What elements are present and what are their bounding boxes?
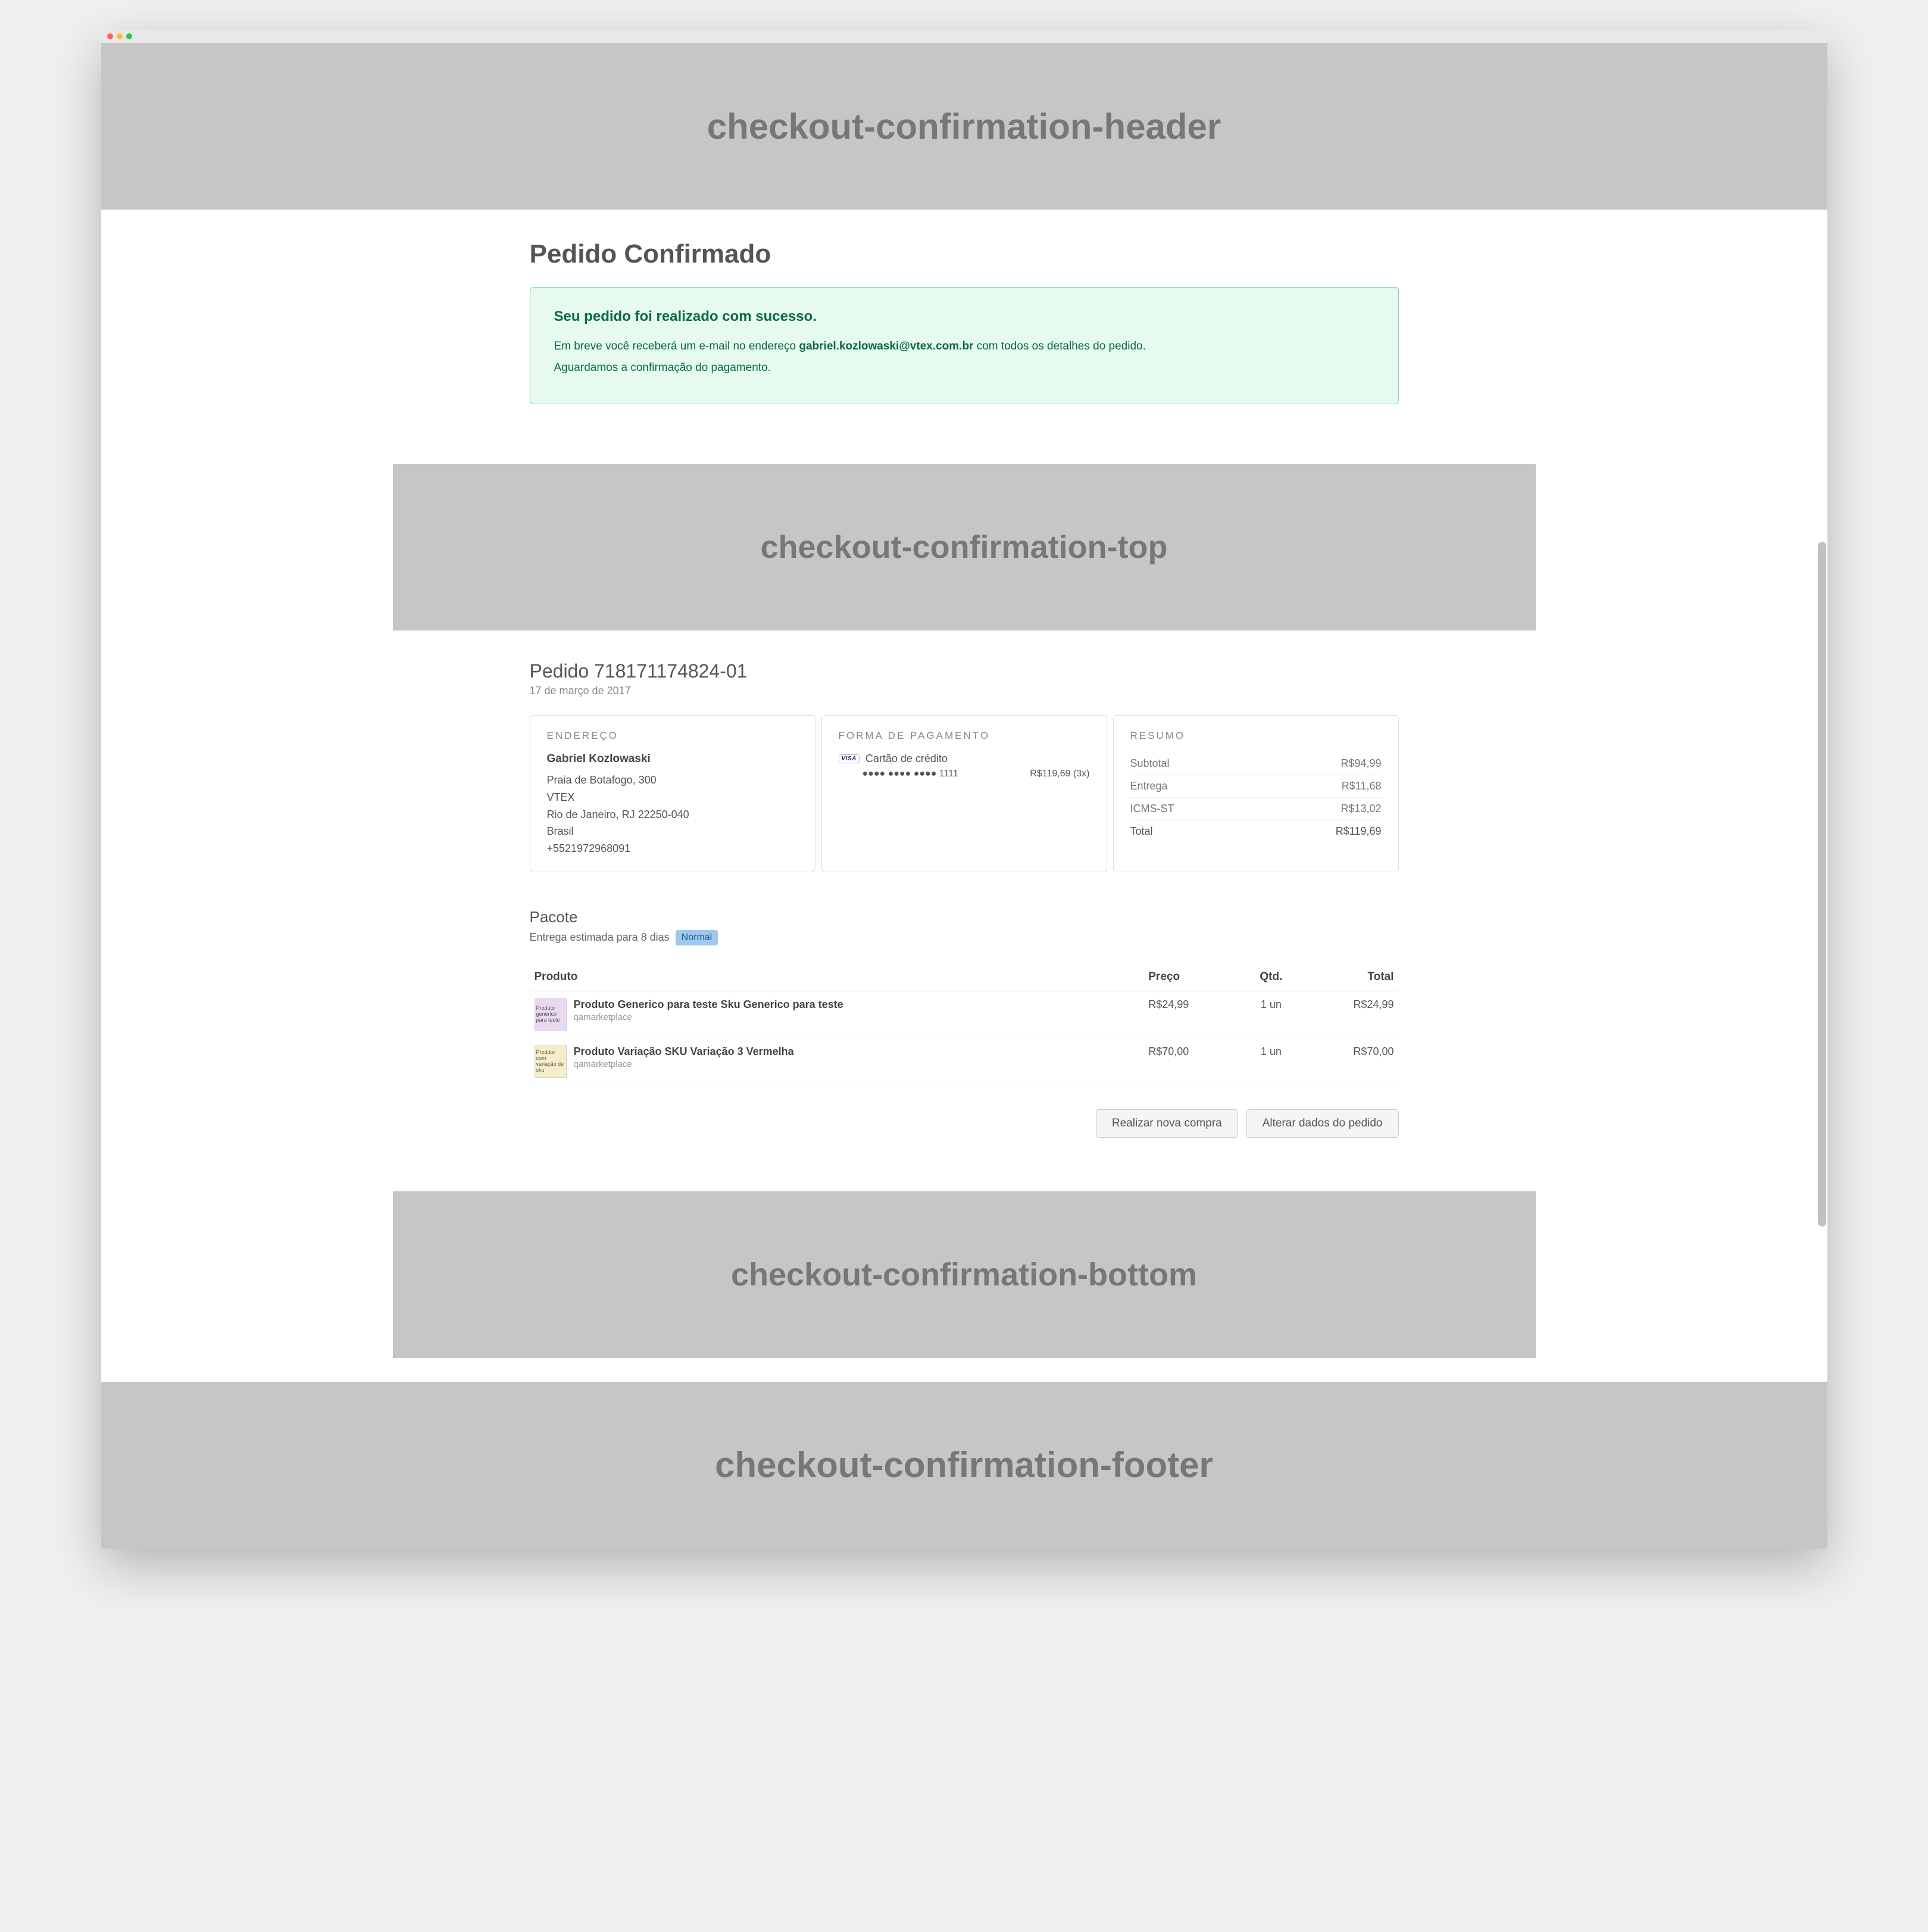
cell-qty: 1 un [1240,991,1302,1038]
success-line-1: Em breve você receberá um e-mail no ende… [554,340,1374,353]
info-cards: ENDEREÇO Gabriel Kozlowaski Praia de Bot… [530,715,1399,872]
product-name: Produto Variação SKU Variação 3 Vermelha [574,1045,794,1058]
summary-card: RESUMO Subtotal R$94,99 Entrega R$11,68 ICMS… [1113,715,1399,872]
address-card: ENDEREÇO Gabriel Kozlowaski Praia de Bot… [530,715,815,872]
new-order-button[interactable]: Realizar nova compra [1096,1109,1238,1138]
summary-total-row: Total R$119,69 [1130,820,1382,842]
shipping-badge: Normal [676,930,718,945]
checkout-confirmation-header-placeholder: checkout-confirmation-header [101,43,1827,210]
address-city: Rio de Janeiro, RJ 22250-040 [547,806,798,823]
checkout-confirmation-bottom-placeholder: checkout-confirmation-bottom [393,1191,1536,1358]
summary-row: ICMS-ST R$13,02 [1130,798,1382,820]
th-product: Produto [530,963,1144,991]
package-subtitle: Entrega estimada para 8 dias Normal [530,930,1399,945]
page-title: Pedido Confirmado [530,239,1399,269]
product-seller: qamarketplace [574,1012,843,1022]
summary-row: Entrega R$11,68 [1130,775,1382,798]
payment-masked-row: ●●●● ●●●● ●●●● 1111 R$119,69 (3x) [839,769,1090,779]
checkout-confirmation-top-placeholder: checkout-confirmation-top [393,464,1536,631]
success-title: Seu pedido foi realizado com sucesso. [554,308,1374,325]
address-street: Praia de Botafogo, 300 [547,772,798,789]
th-price: Preço [1143,963,1240,991]
visa-icon: VISA [839,754,860,763]
maximize-icon[interactable] [126,33,132,39]
product-seller: qamarketplace [574,1059,794,1069]
th-qty: Qtd. [1240,963,1302,991]
order-heading: Pedido 718171174824-01 [530,660,1399,682]
product-name: Produto Generico para teste Sku Generico… [574,998,843,1011]
payment-method-row: VISA Cartão de crédito [839,753,1090,765]
payment-method: Cartão de crédito [865,753,948,765]
th-total: Total [1302,963,1398,991]
summary-total-label: Total [1130,825,1153,838]
summary-value: R$13,02 [1340,803,1381,815]
cell-product: Produto generico para teste Produto Gener… [530,991,1144,1038]
confirmation-intro: Pedido Confirmado Seu pedido foi realiza… [530,210,1399,464]
payment-heading: FORMA DE PAGAMENTO [839,730,1090,742]
order-date: 17 de março de 2017 [530,685,1399,697]
address-company: VTEX [547,789,798,806]
payment-card: FORMA DE PAGAMENTO VISA Cartão de crédit… [821,715,1107,872]
success-line-1-pre: Em breve você receberá um e-mail no ende… [554,340,799,352]
window-titlebar [101,30,1827,43]
success-email: gabriel.kozlowaski@vtex.com.br [799,340,973,352]
payment-masked: ●●●● ●●●● ●●●● 1111 [863,769,958,779]
cell-price: R$70,00 [1143,1038,1240,1085]
table-header-row: Produto Preço Qtd. Total [530,963,1399,991]
address-name: Gabriel Kozlowaski [547,753,798,766]
summary-label: Subtotal [1130,757,1170,770]
address-heading: ENDEREÇO [547,730,798,742]
minimize-icon[interactable] [117,33,123,39]
order-actions: Realizar nova compra Alterar dados do pe… [530,1109,1399,1138]
product-thumbnail: Produto generico para teste [535,998,567,1031]
summary-row: Subtotal R$94,99 [1130,753,1382,775]
edit-order-button[interactable]: Alterar dados do pedido [1246,1109,1399,1138]
summary-total-value: R$119,69 [1336,825,1382,838]
checkout-confirmation-footer-placeholder: checkout-confirmation-footer [101,1382,1827,1549]
success-alert: Seu pedido foi realizado com sucesso. Em… [530,287,1399,404]
cell-price: R$24,99 [1143,991,1240,1038]
items-table: Produto Preço Qtd. Total Produto generic… [530,963,1399,1085]
cell-total: R$24,99 [1302,991,1398,1038]
address-country: Brasil [547,823,798,840]
payment-amount: R$119,69 (3x) [1030,769,1089,779]
success-line-1-post: com todos os detalhes do pedido. [973,340,1145,352]
table-row: Produto com variação de sku Produto Varia… [530,1038,1399,1085]
summary-value: R$11,68 [1342,780,1382,792]
product-thumbnail: Produto com variação de sku [535,1045,567,1078]
order-details: Pedido 718171174824-01 17 de março de 20… [530,631,1399,1191]
summary-label: Entrega [1130,780,1168,792]
scrollbar[interactable] [1818,542,1826,1226]
cell-total: R$70,00 [1302,1038,1398,1085]
cell-product: Produto com variação de sku Produto Varia… [530,1038,1144,1085]
address-phone: +5521972968091 [547,840,798,857]
summary-heading: RESUMO [1130,730,1382,742]
scrollbar-thumb[interactable] [1818,542,1826,1226]
table-row: Produto generico para teste Produto Gener… [530,991,1399,1038]
package-title: Pacote [530,908,1399,926]
success-line-2: Aguardamos a confirmação do pagamento. [554,361,1374,374]
summary-value: R$94,99 [1340,757,1381,770]
browser-window: checkout-confirmation-header Pedido Conf… [101,30,1827,1549]
package-estimate: Entrega estimada para 8 dias [530,931,670,944]
summary-label: ICMS-ST [1130,803,1174,815]
close-icon[interactable] [107,33,113,39]
cell-qty: 1 un [1240,1038,1302,1085]
